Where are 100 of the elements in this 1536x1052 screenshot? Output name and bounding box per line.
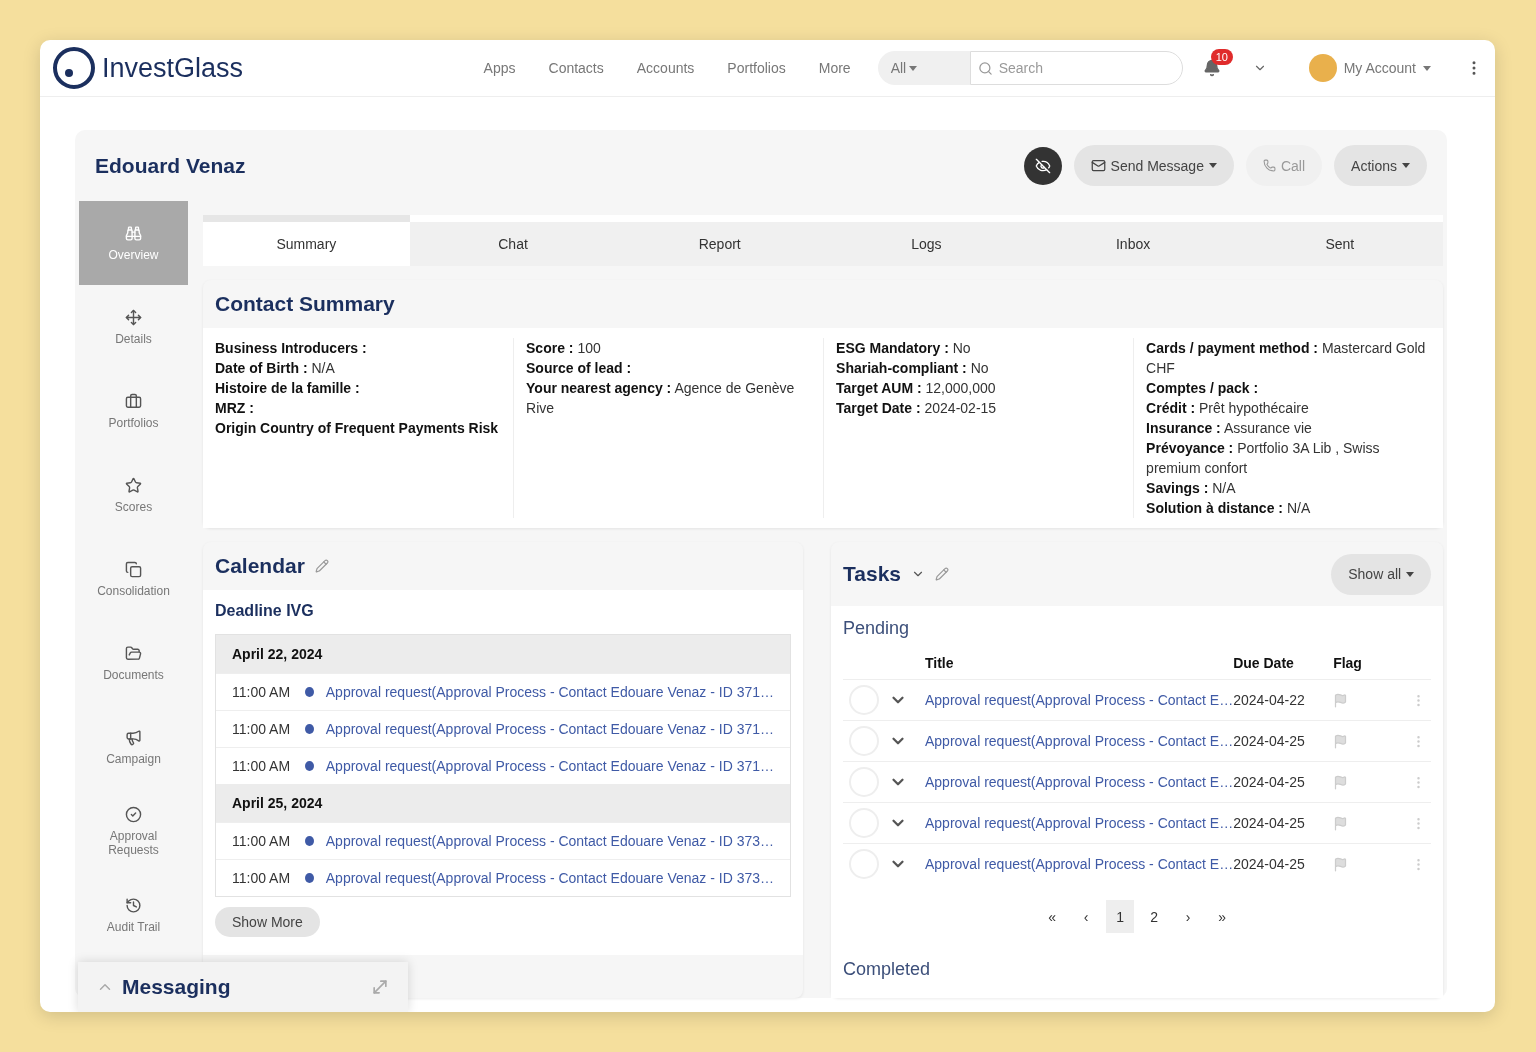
event-dot: [304, 724, 314, 734]
last-page-button[interactable]: »: [1208, 900, 1237, 933]
event-link[interactable]: Approval request(Approval Process - Contact Edouare Venaz - ID 373…: [325, 833, 774, 849]
sidebar-item[interactable]: Approval Requests: [79, 789, 188, 873]
show-more-button[interactable]: Show More: [215, 907, 320, 937]
hide-button[interactable]: [1023, 146, 1062, 185]
summary-field: Comptes / pack :: [1146, 378, 1432, 398]
page-button[interactable]: 1: [1106, 900, 1135, 933]
nav-link[interactable]: Accounts: [636, 60, 695, 76]
column-header: Title: [925, 654, 955, 673]
bell-icon[interactable]: [1202, 59, 1221, 77]
sidebar-item[interactable]: Portfolios: [79, 369, 188, 453]
summary-field: Business Introducers :: [215, 338, 502, 358]
column-header: Flag: [1333, 654, 1363, 673]
task-link[interactable]: Approval request(Approval Process - Contact E…: [925, 692, 1234, 708]
tab[interactable]: Chat: [409, 215, 617, 266]
summary-field: Source of lead :: [526, 358, 812, 378]
mail-icon: [1090, 158, 1106, 173]
expand-icon[interactable]: [370, 977, 390, 997]
summary-field: Target Date : 2024-02-15: [836, 398, 1122, 418]
flag-icon[interactable]: [1333, 774, 1349, 790]
phone-icon: [1262, 159, 1276, 172]
tab[interactable]: Sent: [1236, 215, 1444, 266]
card-title: Calendar: [215, 554, 305, 578]
summary-field: MRZ :: [215, 398, 502, 418]
task-link[interactable]: Approval request(Approval Process - Contact E…: [925, 774, 1234, 790]
move-icon: [125, 308, 142, 326]
logo-icon: [52, 46, 96, 90]
task-link[interactable]: Approval request(Approval Process - Contact E…: [925, 856, 1234, 872]
event-dot: [304, 761, 314, 771]
sidebar-item[interactable]: Campaign: [79, 705, 188, 789]
notification-badge: 10: [1210, 49, 1233, 65]
history-icon: [125, 896, 142, 914]
show-all-button[interactable]: Show all: [1331, 553, 1432, 595]
nav-link[interactable]: Apps: [483, 60, 516, 76]
copy-icon: [125, 560, 142, 578]
megaphone-icon: [125, 728, 142, 746]
briefcase-icon: [125, 392, 142, 410]
flag-icon[interactable]: [1333, 856, 1349, 872]
flag-icon[interactable]: [1333, 692, 1349, 708]
summary-field: Score : 100: [526, 338, 812, 358]
pencil-icon[interactable]: [935, 567, 949, 581]
event-link[interactable]: Approval request(Approval Process - Contact Edouare Venaz - ID 371…: [325, 721, 774, 737]
event-dot: [304, 687, 314, 697]
prev-page-button[interactable]: ‹: [1072, 900, 1101, 933]
date-header: April 25, 2024: [216, 784, 790, 822]
send-message-button[interactable]: Send Message: [1073, 145, 1234, 186]
avatar: [1308, 54, 1337, 82]
check-circle-icon: [125, 805, 142, 823]
flag-icon[interactable]: [1333, 733, 1349, 749]
sidebar-item[interactable]: Scores: [79, 453, 188, 537]
summary-field: Solution à distance : N/A: [1146, 498, 1432, 518]
summary-field: Prévoyance : Portfolio 3A Lib , Swiss premium confort: [1146, 438, 1432, 478]
due-date: 2024-04-25: [1233, 761, 1334, 802]
actions-button[interactable]: Actions: [1334, 145, 1427, 186]
task-link[interactable]: Approval request(Approval Process - Contact E…: [925, 815, 1234, 831]
event-time: 11:00 AM: [232, 758, 292, 774]
event-dot: [304, 836, 314, 846]
nav-link[interactable]: Contacts: [548, 60, 604, 76]
nav-link[interactable]: Portfolios: [727, 60, 786, 76]
event-link[interactable]: Approval request(Approval Process - Contact Edouare Venaz - ID 373…: [325, 870, 774, 886]
tab[interactable]: Report: [616, 215, 824, 266]
summary-field: Crédit : Prêt hypothécaire: [1146, 398, 1432, 418]
flag-icon[interactable]: [1333, 815, 1349, 831]
sidebar-item[interactable]: Consolidation: [79, 537, 188, 621]
sidebar-item[interactable]: Details: [79, 285, 188, 369]
event-link[interactable]: Approval request(Approval Process - Contact Edouare Venaz - ID 371…: [325, 684, 774, 700]
due-date: 2024-04-22: [1233, 679, 1334, 720]
pencil-icon[interactable]: [314, 559, 329, 573]
date-header: April 22, 2024: [216, 635, 790, 673]
next-page-button[interactable]: ›: [1174, 900, 1203, 933]
sidebar-item[interactable]: Audit Trail: [79, 873, 188, 957]
event-time: 11:00 AM: [232, 721, 292, 737]
section-title: Pending: [843, 618, 911, 639]
summary-field: Origin Country of Frequent Payments Risk: [215, 418, 502, 438]
logo-text: InvestGlass: [102, 52, 244, 84]
card-title: Contact Summary: [215, 292, 395, 316]
tab[interactable]: Summary: [203, 215, 410, 266]
account-menu[interactable]: My Account: [1302, 53, 1437, 83]
section-title: Completed: [843, 959, 932, 980]
summary-field: Your nearest agency : Agence de Genève Rive: [526, 378, 812, 418]
task-link[interactable]: Approval request(Approval Process - Contact E…: [925, 733, 1234, 749]
binoculars-icon: [125, 224, 142, 242]
search-field[interactable]: Search: [969, 51, 1183, 85]
event-link[interactable]: Approval request(Approval Process - Contact Edouare Venaz - ID 371…: [325, 758, 774, 774]
sidebar-item[interactable]: Documents: [79, 621, 188, 705]
eye-off-icon: [1034, 157, 1051, 174]
event-dot: [304, 873, 314, 883]
nav-link[interactable]: More: [818, 60, 851, 76]
page-button[interactable]: 2: [1140, 900, 1169, 933]
summary-field: Histoire de la famille :: [215, 378, 502, 398]
summary-field: Insurance : Assurance vie: [1146, 418, 1432, 438]
tab[interactable]: Inbox: [1029, 215, 1237, 266]
tab[interactable]: Logs: [823, 215, 1030, 266]
section-title: Deadline IVG: [215, 602, 315, 620]
due-date: 2024-04-25: [1233, 802, 1334, 843]
scope-dropdown[interactable]: All: [877, 51, 970, 85]
summary-field: Date of Birth : N/A: [215, 358, 502, 378]
first-page-button[interactable]: «: [1038, 900, 1067, 933]
folder-icon: [125, 644, 142, 662]
